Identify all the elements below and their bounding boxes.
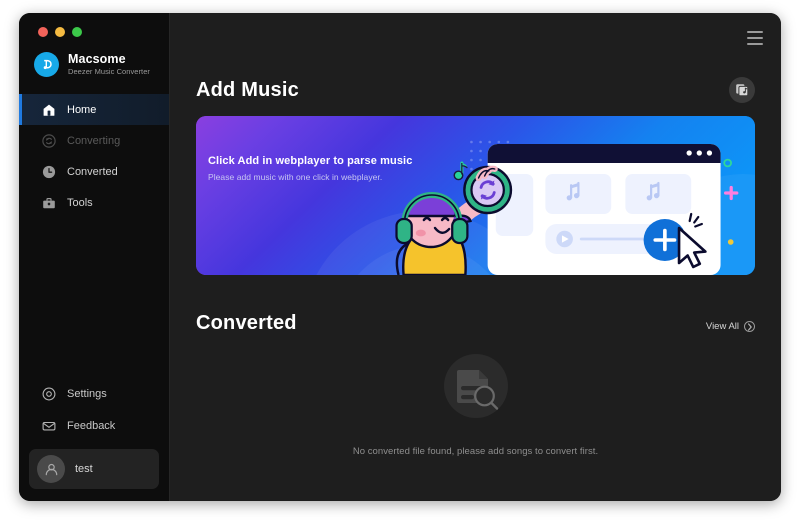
sidebar-bottom: Settings Feedback test — [19, 378, 169, 501]
avatar — [37, 455, 65, 483]
banner-text: Click Add in webplayer to parse music Pl… — [208, 155, 412, 182]
hamburger-menu-icon[interactable] — [747, 31, 765, 45]
macsome-d-note-logo-icon — [34, 52, 59, 77]
converted-title: Converted — [196, 312, 297, 334]
converted-header: Converted View All — [196, 275, 755, 335]
chevron-right-icon — [744, 321, 755, 332]
view-all-button[interactable]: View All — [706, 321, 755, 335]
app-window: Macsome Deezer Music Converter Home Conv… — [19, 13, 781, 501]
add-music-banner[interactable]: Click Add in webplayer to parse music Pl… — [196, 116, 755, 275]
sidebar-item-label: Converted — [67, 165, 118, 178]
window-controls — [19, 13, 169, 37]
maximize-button[interactable] — [72, 27, 82, 37]
banner-subtitle: Please add music with one click in webpl… — [208, 172, 383, 182]
sidebar-item-label: Tools — [67, 196, 93, 209]
sidebar-item-converted[interactable]: Converted — [19, 156, 169, 187]
minimize-button[interactable] — [55, 27, 65, 37]
converted-clock-icon — [41, 164, 56, 179]
tools-toolbox-icon — [41, 195, 56, 210]
page-title: Add Music — [196, 78, 299, 101]
converting-icon — [41, 133, 56, 148]
brand-name: Macsome — [68, 52, 126, 66]
main-content: Add Music Click Add in webplayer to pars… — [170, 13, 781, 501]
sidebar-item-tools[interactable]: Tools — [19, 187, 169, 218]
document-search-icon — [439, 349, 513, 428]
banner-illustration — [196, 116, 755, 275]
view-all-label: View All — [705, 321, 739, 332]
empty-state-message: No converted file found, please add song… — [352, 446, 599, 457]
sidebar-item-label: Settings — [67, 388, 107, 400]
converted-empty-state: No converted file found, please add song… — [196, 349, 755, 457]
sidebar-item-feedback[interactable]: Feedback — [19, 410, 169, 442]
sidebar-nav: Home Converting Converted Tools — [19, 94, 169, 218]
sidebar-item-label: Home — [67, 103, 97, 116]
brand-subtitle: Deezer Music Converter — [68, 67, 150, 77]
home-icon — [41, 102, 56, 117]
close-button[interactable] — [38, 27, 48, 37]
settings-gear-icon — [41, 387, 56, 402]
sidebar-item-label: Converting — [67, 134, 121, 147]
brand: Macsome Deezer Music Converter — [19, 37, 169, 77]
add-music-header: Add Music — [196, 13, 755, 103]
sidebar-item-home[interactable]: Home — [19, 94, 169, 125]
sidebar-item-settings[interactable]: Settings — [19, 378, 169, 410]
sidebar: Macsome Deezer Music Converter Home Conv… — [19, 13, 170, 501]
banner-title: Click Add in webplayer to parse music — [208, 155, 413, 167]
user-account-chip[interactable]: test — [29, 449, 159, 489]
sidebar-item-converting[interactable]: Converting — [19, 125, 169, 156]
user-name: test — [75, 463, 93, 475]
feedback-envelope-icon — [41, 419, 56, 434]
sidebar-item-label: Feedback — [67, 420, 116, 432]
music-library-icon[interactable] — [729, 77, 755, 103]
